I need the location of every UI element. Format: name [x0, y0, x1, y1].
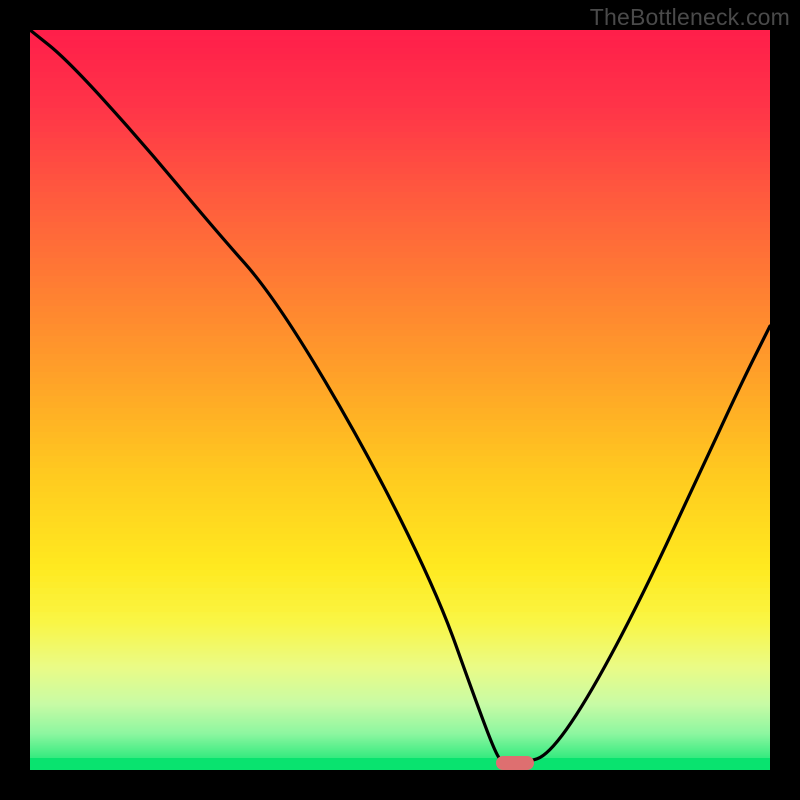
bottleneck-curve [30, 30, 770, 763]
chart-curve-layer [30, 30, 770, 770]
app-frame: TheBottleneck.com [0, 0, 800, 800]
optimum-marker [496, 756, 534, 770]
chart-plot-area [30, 30, 770, 770]
watermark-text: TheBottleneck.com [590, 4, 790, 31]
